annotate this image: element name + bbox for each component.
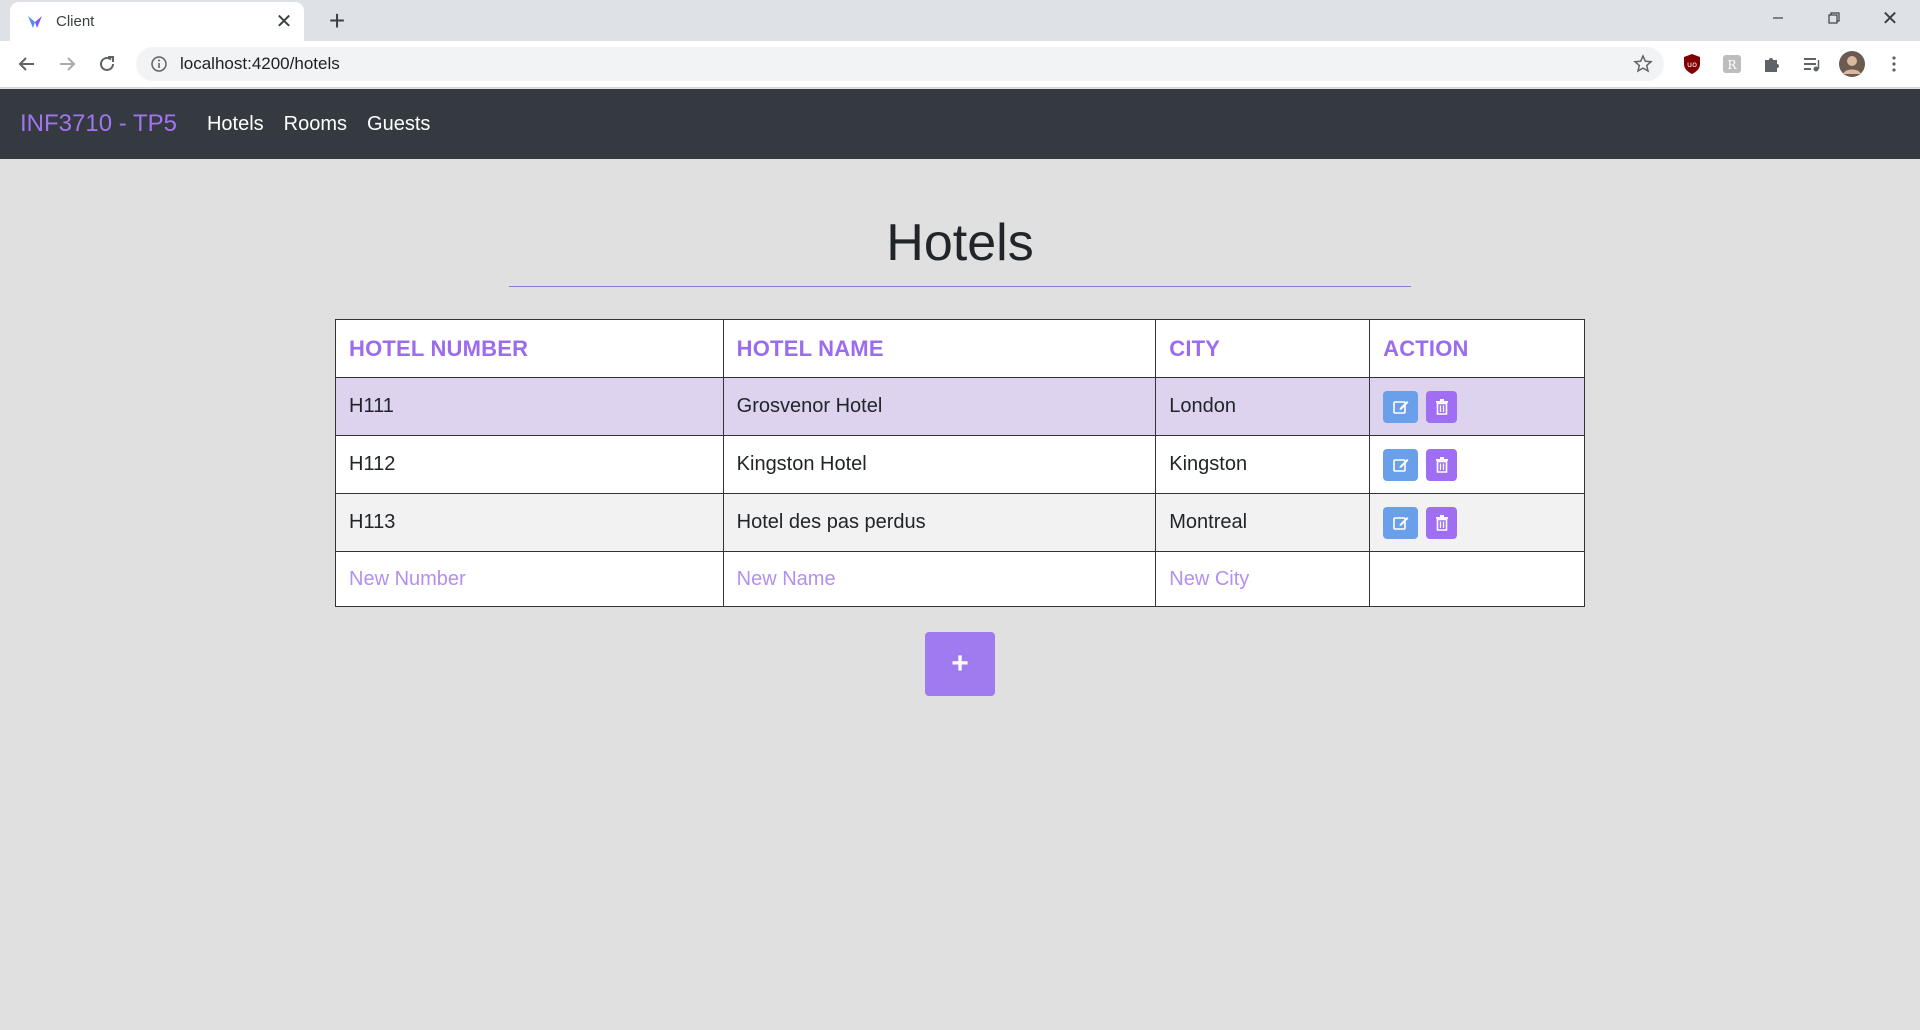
ublock-extension-icon[interactable]: uo [1678, 50, 1706, 78]
window-close-icon[interactable]: ✕ [1862, 0, 1918, 36]
cell-hotel-number: H111 [335, 377, 724, 436]
cell-actions [1369, 493, 1585, 552]
browser-toolbar: localhost:4200/hotels uo R [0, 41, 1920, 88]
cell-hotel-name: Grosvenor Hotel [722, 377, 1157, 436]
forward-arrow-icon[interactable] [50, 47, 84, 81]
header-city: CITY [1155, 319, 1371, 378]
extensions-puzzle-icon[interactable] [1758, 50, 1786, 78]
header-action: ACTION [1369, 319, 1585, 378]
cell-city: Montreal [1155, 493, 1371, 552]
cell-city: London [1155, 377, 1371, 436]
new-name-cell [722, 551, 1157, 607]
add-hotel-button[interactable]: + [925, 632, 995, 696]
window-restore-icon[interactable] [1806, 0, 1862, 36]
cell-hotel-number: H112 [335, 435, 724, 494]
hotels-table: HOTEL NUMBER HOTEL NAME CITY ACTION H111… [335, 319, 1585, 607]
new-name-input[interactable] [736, 567, 1135, 591]
cell-city: Kingston [1155, 435, 1371, 494]
bookmark-star-icon[interactable] [1626, 47, 1660, 81]
window-minimize-icon[interactable] [1750, 0, 1806, 36]
table-row: H112 Kingston Hotel Kingston [335, 435, 1585, 494]
svg-text:uo: uo [1687, 60, 1697, 69]
nav-link-guests[interactable]: Guests [367, 113, 430, 136]
new-tab-icon[interactable]: + [322, 5, 352, 36]
new-number-input[interactable] [349, 567, 704, 591]
edit-icon [1392, 400, 1409, 414]
edit-button[interactable] [1383, 506, 1419, 539]
trash-icon [1435, 456, 1448, 473]
extension-r-icon[interactable]: R [1718, 50, 1746, 78]
address-bar[interactable]: localhost:4200/hotels [136, 47, 1664, 81]
table-row: H113 Hotel des pas perdus Montreal [335, 493, 1585, 552]
table-row: H111 Grosvenor Hotel London [335, 377, 1585, 436]
profile-avatar-icon[interactable] [1838, 50, 1866, 78]
edit-icon [1392, 458, 1409, 472]
header-hotel-name: HOTEL NAME [722, 319, 1157, 378]
plus-icon: + [951, 647, 969, 680]
new-city-cell [1155, 551, 1371, 607]
edit-button[interactable] [1383, 448, 1419, 481]
browser-tab[interactable]: Client ✕ [10, 2, 304, 41]
cell-actions [1369, 377, 1585, 436]
trash-icon [1435, 398, 1448, 415]
site-info-icon[interactable] [150, 55, 168, 73]
delete-button[interactable] [1426, 448, 1458, 481]
new-number-cell [335, 551, 724, 607]
svg-text:R: R [1727, 58, 1737, 72]
delete-button[interactable] [1426, 506, 1458, 539]
header-hotel-number: HOTEL NUMBER [335, 319, 724, 378]
table-header-row: HOTEL NUMBER HOTEL NAME CITY ACTION [335, 319, 1585, 378]
delete-button[interactable] [1426, 390, 1458, 423]
nav-link-rooms[interactable]: Rooms [284, 113, 347, 136]
cell-actions [1369, 435, 1585, 494]
edit-icon [1392, 516, 1409, 530]
title-divider [509, 286, 1411, 287]
angular-favicon-icon [28, 15, 42, 28]
trash-icon [1435, 514, 1448, 531]
back-arrow-icon[interactable] [10, 47, 44, 81]
new-row-empty-cell [1369, 551, 1585, 607]
page-title: Hotels [886, 214, 1034, 272]
reload-icon[interactable] [90, 47, 124, 81]
new-hotel-row [335, 551, 1585, 607]
media-queue-icon[interactable] [1798, 50, 1826, 78]
app-navbar: INF3710 - TP5 Hotels Rooms Guests [0, 89, 1920, 159]
browser-menu-icon[interactable] [1880, 50, 1908, 78]
navbar-brand[interactable]: INF3710 - TP5 [20, 110, 177, 138]
tab-title: Client [56, 13, 95, 30]
tab-close-icon[interactable]: ✕ [272, 10, 296, 34]
edit-button[interactable] [1383, 390, 1419, 423]
cell-hotel-number: H113 [335, 493, 724, 552]
url-text: localhost:4200/hotels [180, 54, 340, 73]
cell-hotel-name: Hotel des pas perdus [722, 493, 1157, 552]
browser-tabstrip: Client ✕ + ✕ [0, 0, 1920, 41]
cell-hotel-name: Kingston Hotel [722, 435, 1157, 494]
new-city-input[interactable] [1169, 567, 1360, 591]
nav-link-hotels[interactable]: Hotels [207, 113, 264, 136]
